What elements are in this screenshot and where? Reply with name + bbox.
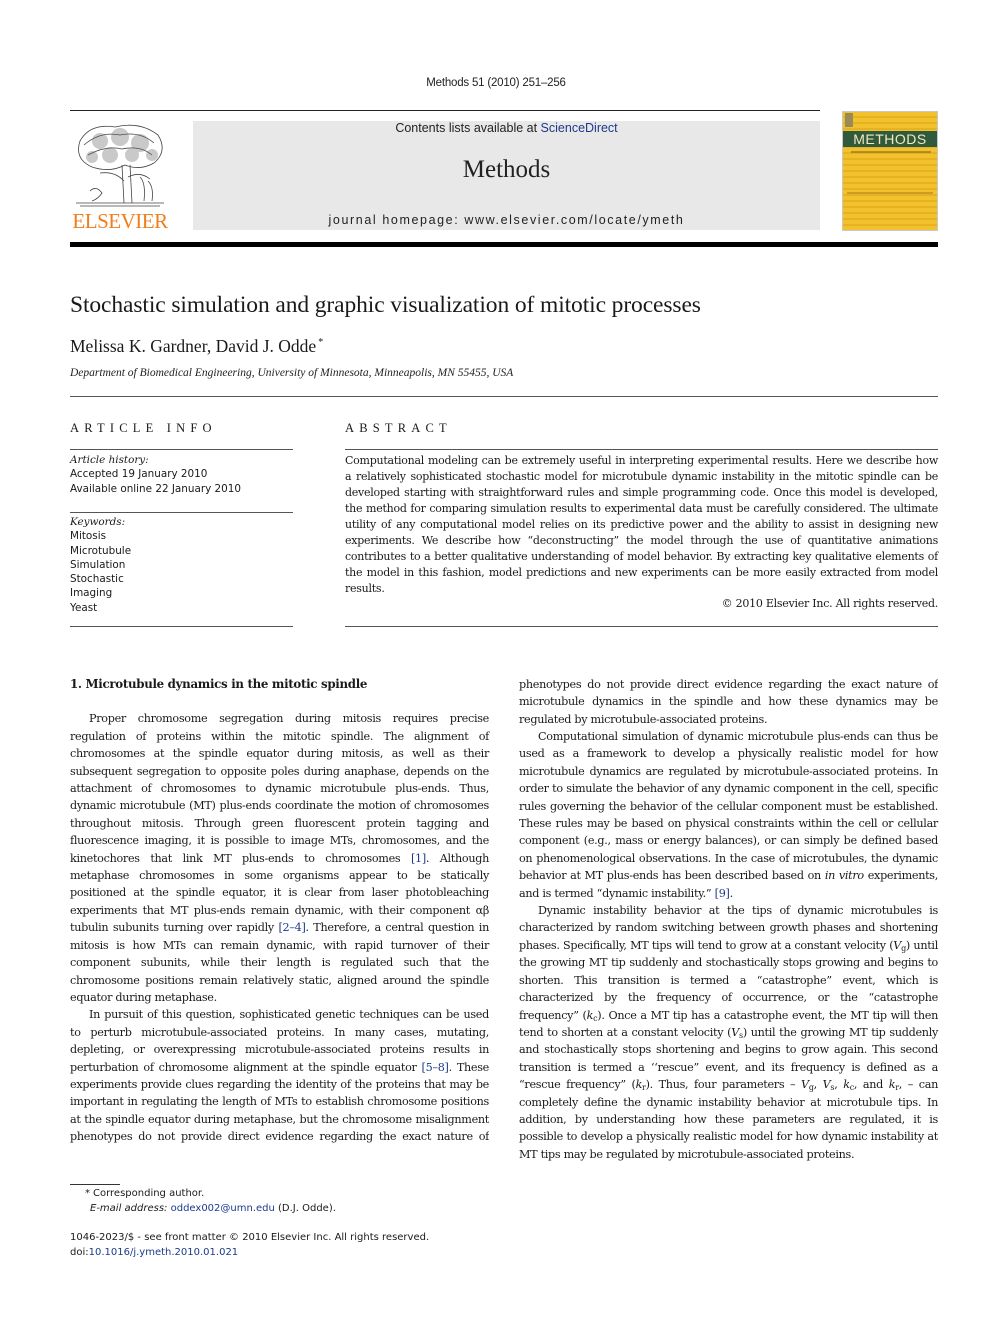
text-run: . These experiments provide clues regard…: [519, 677, 938, 726]
email-owner: (D.J. Odde).: [274, 1202, 336, 1214]
article-info-heading: ARTICLE INFO: [70, 421, 217, 435]
body-paragraph: In pursuit of this question, sophisticat…: [70, 1006, 489, 1145]
issn-info: 1046-2023/$ - see front matter © 2010 El…: [70, 1231, 429, 1260]
italic-term: in vitro: [824, 869, 864, 883]
keywords-label: Keywords:: [70, 516, 126, 528]
history-online: Available online 22 January 2010: [70, 482, 241, 495]
issn-line: 1046-2023/$ - see front matter © 2010 El…: [70, 1232, 430, 1243]
text-run: Dynamic instability behavior at the tips…: [519, 904, 938, 952]
keyword: Mitosis: [70, 530, 106, 543]
sciencedirect-link[interactable]: ScienceDirect: [541, 121, 618, 135]
keyword: Simulation: [70, 558, 126, 571]
divider: [70, 512, 293, 513]
corresponding-author-note: Corresponding author.: [93, 1188, 205, 1199]
header-top-rule: [70, 110, 820, 111]
divider: [345, 626, 938, 627]
body-paragraph: Computational simulation of dynamic micr…: [519, 728, 938, 902]
citation-link[interactable]: [1]: [411, 852, 426, 865]
author-affiliation: Department of Biomedical Engineering, Un…: [70, 367, 514, 379]
doi-label: doi:: [70, 1246, 89, 1258]
contents-line: Contents lists available at ScienceDirec…: [193, 121, 820, 135]
article-history: Article history: Accepted 19 January 201…: [70, 453, 293, 496]
history-label: Article history:: [70, 454, 149, 466]
abstract-text: Computational modeling can be extremely …: [345, 454, 938, 595]
symbol-vs: V: [731, 1025, 739, 1039]
text-run: Computational simulation of dynamic micr…: [519, 730, 938, 883]
paragraph-continuation: In pursuit of this question, sophisticat…: [519, 676, 938, 728]
abstract-copyright: © 2010 Elsevier Inc. All rights reserved…: [721, 597, 939, 610]
divider: [70, 449, 293, 450]
journal-homepage[interactable]: journal homepage: www.elsevier.com/locat…: [193, 213, 820, 227]
body-column-left: 1. Microtubule dynamics in the mitotic s…: [70, 676, 489, 1145]
keyword: Microtubule: [70, 544, 132, 557]
keyword: Yeast: [70, 601, 98, 614]
journal-cover-image: METHODS: [842, 111, 938, 231]
journal-name: Methods: [462, 156, 551, 183]
elsevier-logo-text: ELSEVIER: [72, 209, 168, 233]
keywords-list: Keywords: Mitosis Microtubule Simulation…: [70, 515, 293, 615]
abstract-heading: ABSTRACT: [345, 421, 452, 435]
text-run: ,: [813, 1078, 823, 1092]
footnote-mark: *: [85, 1188, 90, 1199]
cover-subtitle-line: [847, 192, 933, 194]
citation-link[interactable]: [9]: [715, 887, 730, 900]
keyword: Stochastic: [70, 573, 124, 586]
citation-link[interactable]: [5–8]: [422, 1061, 449, 1074]
body-column-right: In pursuit of this question, sophisticat…: [519, 676, 938, 1163]
text-run: .: [729, 886, 734, 900]
text-run: ). Thus, four parameters –: [645, 1078, 802, 1092]
footnote-rule: [70, 1184, 120, 1185]
section-heading: 1. Microtubule dynamics in the mitotic s…: [70, 677, 368, 691]
cover-title: METHODS: [853, 131, 927, 147]
body-paragraph: Proper chromosome segregation during mit…: [70, 710, 489, 1006]
text-run: , and: [853, 1078, 889, 1092]
body-paragraph: In pursuit of this question, sophisticat…: [519, 676, 938, 728]
contents-prefix: Contents lists available at: [395, 121, 541, 135]
history-accepted: Accepted 19 January 2010: [70, 468, 208, 481]
cover-publisher-badge-icon: [845, 113, 853, 127]
citation-link[interactable]: [2–4]: [278, 921, 305, 934]
email-label: E-mail address:: [90, 1202, 168, 1214]
article-title: Stochastic simulation and graphic visual…: [70, 292, 701, 318]
text-run: ,: [834, 1078, 844, 1092]
cover-subtitle-line: [851, 151, 931, 153]
text-run: Proper chromosome segregation during mit…: [70, 712, 489, 865]
symbol-vg: V: [801, 1078, 809, 1092]
divider: [70, 626, 293, 627]
body-paragraph: Dynamic instability behavior at the tips…: [519, 902, 938, 1163]
divider: [70, 396, 938, 397]
corresponding-author-mark[interactable]: *: [318, 337, 323, 348]
doi-link[interactable]: 10.1016/j.ymeth.2010.01.021: [89, 1247, 239, 1258]
email-link[interactable]: oddex002@umn.edu: [171, 1203, 275, 1214]
header-thick-rule: [70, 242, 938, 247]
running-head: Methods 51 (2010) 251–256: [426, 77, 566, 89]
keyword: Imaging: [70, 587, 113, 600]
symbol-vg: V: [893, 938, 902, 952]
divider: [345, 449, 938, 450]
author-names: Melissa K. Gardner, David J. Odde: [70, 336, 317, 356]
article-authors: Melissa K. Gardner, David J. Odde *: [70, 336, 323, 357]
footnote: * Corresponding author. E-mail address: o…: [70, 1187, 336, 1216]
